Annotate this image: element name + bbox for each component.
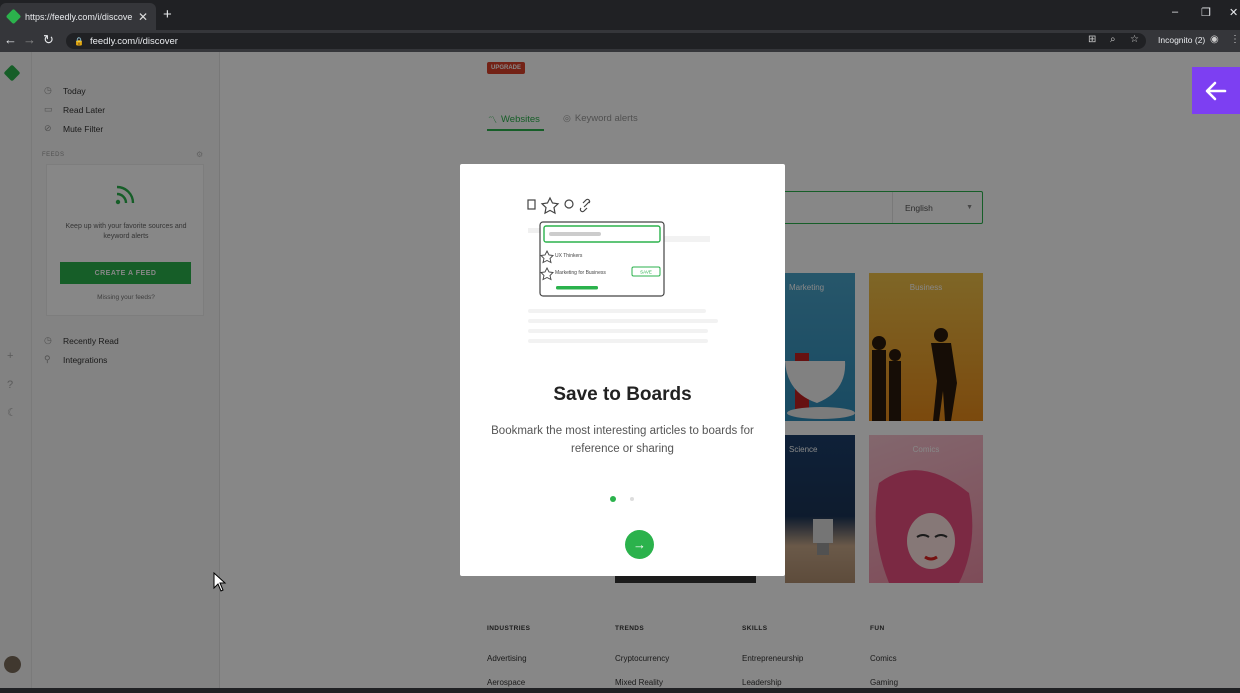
browser-menu-icon[interactable]: ⋮ (1230, 34, 1240, 45)
circle-outline-icon (564, 199, 574, 209)
link-icon (579, 198, 591, 213)
translate-icon[interactable]: ⊞ (1088, 34, 1096, 45)
browser-tab-strip: https://feedly.com/i/discover ✕ + – ❐ ✕ (0, 0, 1240, 30)
restore-button[interactable]: ❐ (1201, 6, 1211, 19)
star-outline-icon (540, 196, 560, 215)
incognito-label[interactable]: Incognito (2) (1158, 35, 1205, 45)
address-bar[interactable]: 🔒 feedly.com/i/discover (66, 33, 1146, 49)
illustration-row-1: UX Thinkers (555, 253, 583, 259)
incognito-icon[interactable]: ◉ (1210, 34, 1219, 45)
feedly-favicon-icon (5, 8, 22, 25)
browser-tab[interactable]: https://feedly.com/i/discover ✕ (0, 3, 156, 30)
lock-icon: 🔒 (74, 36, 84, 46)
arrow-left-icon (1205, 81, 1227, 100)
pagination-dot-active[interactable] (610, 496, 616, 502)
illustration-row-2: Marketing for Business (555, 270, 606, 276)
modal-title: Save to Boards (553, 384, 692, 405)
new-tab-button[interactable]: + (163, 6, 172, 23)
taskbar (0, 688, 1240, 693)
arrow-right-icon: → (633, 537, 646, 552)
onboarding-modal: UX Thinkers Marketing for Business SAVE … (460, 164, 785, 576)
pagination-dot[interactable] (630, 497, 634, 501)
forward-nav-icon[interactable]: → (23, 32, 36, 47)
modal-description: Bookmark the most interesting articles t… (491, 425, 754, 455)
browser-tab-title: https://feedly.com/i/discover (25, 11, 132, 22)
save-to-boards-illustration: UX Thinkers Marketing for Business SAVE (527, 196, 718, 343)
screen: https://feedly.com/i/discover ✕ + – ❐ ✕ … (0, 0, 1240, 693)
illustration-save-label: SAVE (640, 270, 652, 275)
back-nav-icon[interactable]: ← (4, 32, 17, 47)
star-bookmark-icon[interactable]: ☆ (1130, 34, 1139, 45)
zoom-icon[interactable]: ⌕ (1110, 34, 1116, 45)
mouse-cursor-icon (213, 572, 227, 592)
next-button[interactable]: → (625, 530, 654, 559)
collapse-back-button[interactable] (1192, 67, 1240, 114)
window-close-button[interactable]: ✕ (1229, 6, 1238, 19)
reload-icon[interactable]: ↻ (43, 32, 54, 48)
tab-close-icon[interactable]: ✕ (138, 10, 148, 24)
address-url: feedly.com/i/discover (89, 35, 178, 47)
browser-toolbar: ← → ↻ 🔒 feedly.com/i/discover ⊞ ⌕ ☆ Inco… (0, 30, 1240, 52)
minimize-button[interactable]: – (1172, 6, 1178, 18)
bookmark-outline-icon (527, 199, 536, 210)
